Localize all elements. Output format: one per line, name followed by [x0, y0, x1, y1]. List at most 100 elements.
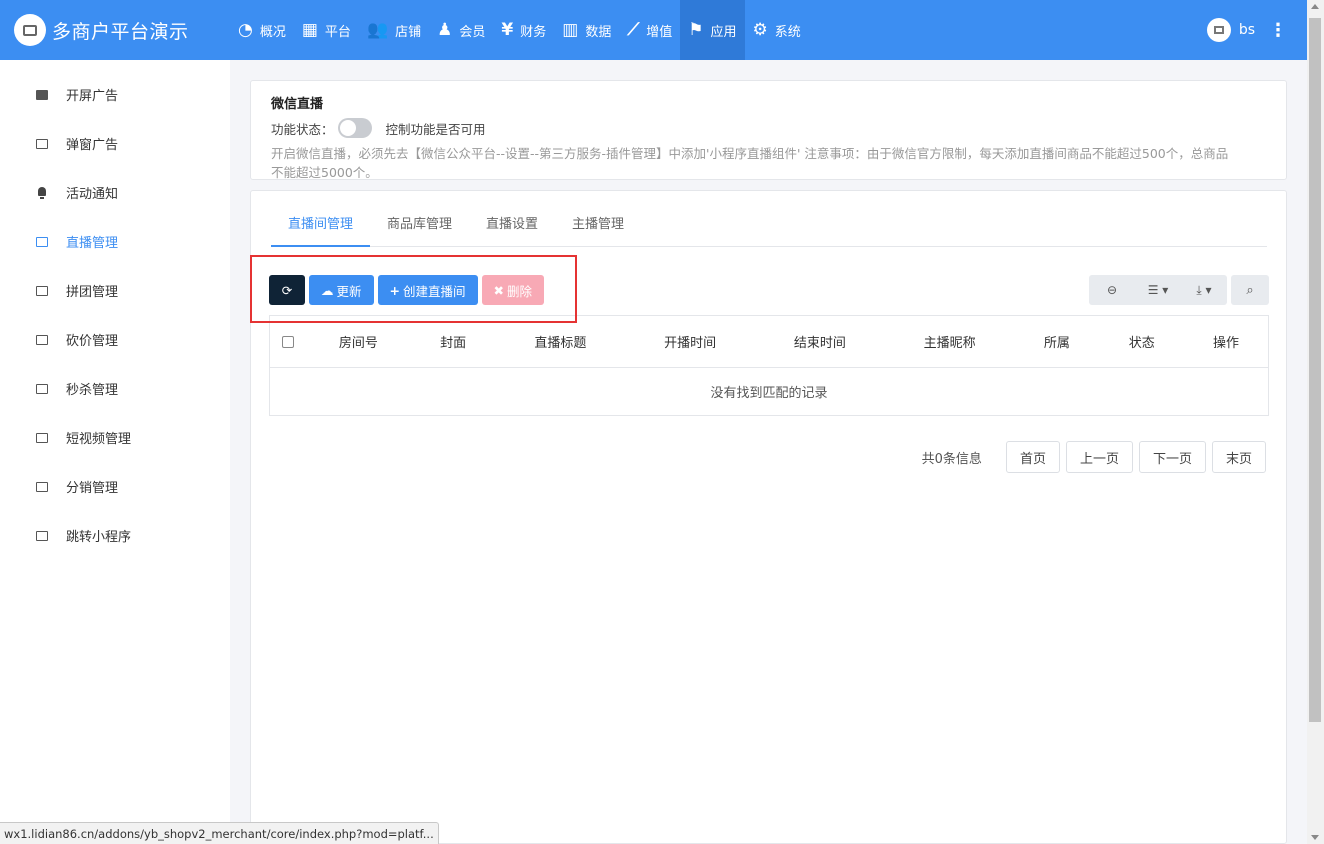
sidebar-item-group-buy[interactable]: 拼团管理 — [0, 266, 230, 315]
sidebar-item-notification[interactable]: 活动通知 — [0, 168, 230, 217]
window-icon — [36, 383, 48, 394]
live-settings-card: 微信直播 功能状态： 控制功能是否可用 开启微信直播，必须先去【微信公众平台--… — [250, 80, 1287, 180]
nav-item-members[interactable]: ♟ 会员 — [429, 0, 493, 60]
column-header[interactable]: 状态 — [1099, 332, 1184, 351]
nav-item-system[interactable]: ⚙ 系统 — [745, 0, 809, 60]
top-navbar: 多商户平台演示 ◔ 概况 ▦ 平台 👥 店铺 ♟ 会员 ¥ 财务 ▥ 数据 ⟋ … — [0, 0, 1307, 60]
column-header[interactable]: 开播时间 — [625, 332, 755, 351]
ad-icon — [36, 89, 48, 100]
user-menu: bs ⋮ — [1206, 0, 1287, 60]
nav-item-label: 概况 — [259, 24, 286, 40]
sidebar-item-flash-sale[interactable]: 秒杀管理 — [0, 364, 230, 413]
status-row: 功能状态： 控制功能是否可用 — [271, 118, 1266, 138]
nav-item-apps[interactable]: ⚑ 应用 — [680, 0, 745, 60]
line-chart-icon: ⟋ — [627, 20, 640, 40]
column-header: 操作 — [1213, 336, 1240, 351]
sidebar-item-label: 分销管理 — [66, 481, 119, 496]
tab-live-rooms[interactable]: 直播间管理 — [271, 211, 371, 247]
notice-line: 开启微信直播，必须先去【微信公众平台--设置--第三方服务-插件管理】中添加'小… — [271, 146, 1229, 161]
dashboard-icon: ◔ — [238, 20, 253, 40]
total-count: 共0条信息 — [921, 451, 982, 467]
column-header[interactable]: 直播标题 — [496, 332, 626, 351]
gear-icon: ⚙ — [752, 20, 768, 40]
sidebar-item-label: 秒杀管理 — [66, 383, 119, 398]
toggle-view-icon: ⊖ — [1106, 283, 1118, 297]
tab-anchors[interactable]: 主播管理 — [555, 211, 641, 247]
first-page-button[interactable]: 首页 — [1005, 441, 1060, 473]
column-header[interactable]: 封面 — [411, 332, 496, 351]
scroll-up-arrow[interactable] — [1311, 4, 1319, 9]
sidebar: 开屏广告 弹窗广告 活动通知 直播管理 拼团管理 砍价管理 秒杀管理 短视频管理… — [0, 60, 230, 844]
more-vertical-icon[interactable]: ⋮ — [1269, 20, 1287, 41]
sidebar-item-splash-ad[interactable]: 开屏广告 — [0, 70, 230, 119]
nav-item-label: 数据 — [585, 24, 612, 40]
sidebar-item-live[interactable]: 直播管理 — [0, 217, 230, 266]
window-icon — [36, 138, 48, 149]
highlight-box — [250, 255, 577, 323]
search-icon: ⌕ — [1246, 282, 1254, 298]
nav-item-label: 店铺 — [395, 24, 422, 40]
column-header[interactable]: 主播昵称 — [885, 332, 1015, 351]
sidebar-item-label: 直播管理 — [66, 236, 119, 251]
download-icon: ⤓ ▾ — [1196, 282, 1212, 297]
scroll-down-arrow[interactable] — [1311, 835, 1319, 840]
nav-item-label: 系统 — [774, 24, 801, 40]
sidebar-item-label: 跳转小程序 — [66, 530, 132, 545]
notice-line: 不能超过5000个。 — [271, 165, 378, 180]
brand-logo — [14, 14, 46, 46]
avatar[interactable] — [1206, 18, 1231, 42]
search-button[interactable]: ⌕ — [1231, 275, 1269, 305]
feature-toggle[interactable] — [337, 118, 372, 138]
sidebar-item-label: 弹窗广告 — [66, 138, 119, 153]
last-page-button[interactable]: 末页 — [1211, 441, 1266, 473]
user-name[interactable]: bs — [1239, 22, 1255, 38]
window-icon — [36, 432, 48, 443]
tab-product-library[interactable]: 商品库管理 — [370, 211, 469, 247]
scroll-thumb[interactable] — [1309, 18, 1321, 722]
window-icon — [36, 334, 48, 345]
column-header[interactable]: 结束时间 — [755, 332, 885, 351]
bar-chart-icon: ▥ — [562, 20, 579, 40]
sidebar-item-popup-ad[interactable]: 弹窗广告 — [0, 119, 230, 168]
sidebar-item-distribution[interactable]: 分销管理 — [0, 462, 230, 511]
nav-item-value-added[interactable]: ⟋ 增值 — [619, 0, 680, 60]
toggle-description: 控制功能是否可用 — [385, 121, 486, 137]
next-page-button[interactable]: 下一页 — [1138, 441, 1206, 473]
window-icon — [36, 285, 48, 296]
sidebar-item-label: 活动通知 — [66, 187, 119, 202]
columns-button[interactable]: ☰ ▾ — [1135, 275, 1181, 305]
status-label: 功能状态： — [271, 121, 334, 137]
users-icon: 👥 — [366, 20, 389, 40]
export-button[interactable]: ⤓ ▾ — [1181, 275, 1227, 305]
sidebar-item-mini-program[interactable]: 跳转小程序 — [0, 511, 230, 560]
sidebar-item-short-video[interactable]: 短视频管理 — [0, 413, 230, 462]
table-tools: ⊖ ☰ ▾ ⤓ ▾ ⌕ — [1089, 275, 1269, 305]
status-bar-url: wx1.lidian86.cn/addons/yb_shopv2_merchan… — [0, 822, 439, 844]
nav-item-data[interactable]: ▥ 数据 — [554, 0, 619, 60]
tab-bar: 直播间管理 商品库管理 直播设置 主播管理 — [271, 211, 1267, 247]
column-header[interactable]: 房间号 — [306, 332, 411, 351]
user-plus-icon: ♟ — [437, 20, 453, 40]
live-icon — [36, 236, 48, 247]
vertical-scrollbar[interactable] — [1307, 0, 1324, 844]
sidebar-item-label: 开屏广告 — [66, 89, 119, 104]
nav-item-label: 应用 — [710, 24, 737, 40]
nav-item-platform[interactable]: ▦ 平台 — [294, 0, 359, 60]
brand[interactable]: 多商户平台演示 — [0, 14, 230, 46]
sidebar-item-label: 短视频管理 — [66, 432, 132, 447]
sidebar-item-label: 砍价管理 — [66, 334, 119, 349]
tab-live-settings[interactable]: 直播设置 — [469, 211, 555, 247]
nav-item-overview[interactable]: ◔ 概况 — [230, 0, 294, 60]
select-all-checkbox[interactable] — [281, 335, 294, 348]
toggle-view-button[interactable]: ⊖ — [1089, 275, 1135, 305]
list-icon: ☰ ▾ — [1147, 283, 1169, 297]
nav-item-finance[interactable]: ¥ 财务 — [493, 0, 554, 60]
nav-item-stores[interactable]: 👥 店铺 — [359, 0, 429, 60]
pagination: 共0条信息 首页 上一页 下一页 末页 — [922, 441, 1266, 473]
brand-name: 多商户平台演示 — [52, 20, 189, 43]
sidebar-item-bargain[interactable]: 砍价管理 — [0, 315, 230, 364]
main-nav: ◔ 概况 ▦ 平台 👥 店铺 ♟ 会员 ¥ 财务 ▥ 数据 ⟋ 增值 ⚑ 应用 — [230, 0, 809, 60]
prev-page-button[interactable]: 上一页 — [1065, 441, 1133, 473]
bell-icon — [36, 186, 48, 199]
column-header[interactable]: 所属 — [1014, 332, 1099, 351]
